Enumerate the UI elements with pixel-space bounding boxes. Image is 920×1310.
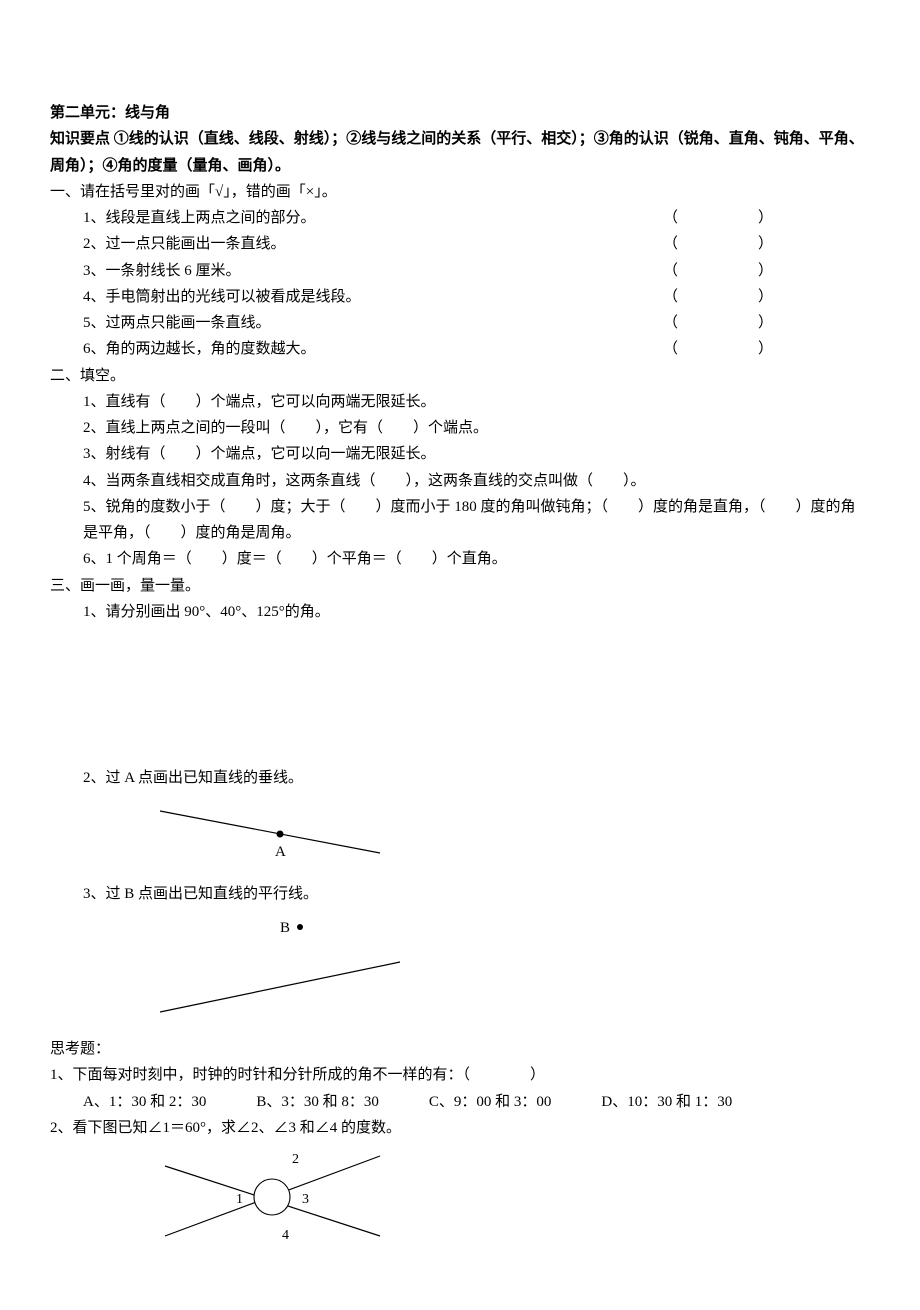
draw-q1: 1、请分别画出 90°、40°、125°的角。 [50,599,870,625]
draw-q3: 3、过 B 点画出已知直线的平行线。 [50,881,870,907]
angle-1-label: 1 [236,1192,243,1207]
tf-item: 6、角的两边越长，角的度数越大。 （） [50,336,870,362]
knowledge-label: 知识要点 [50,131,110,147]
diagram-parallel: B [50,907,870,1036]
line-with-point-b-icon: B [150,907,430,1027]
diagram-perpendicular: A [50,791,870,880]
point-b-label: B [280,920,290,936]
unit-title: 第二单元：线与角 [50,100,870,126]
intersecting-lines-icon: 2 1 3 4 [150,1141,410,1251]
tf-paren: （） [663,231,773,257]
draw-space [50,625,870,765]
tf-paren: （） [663,310,773,336]
tf-text: 6、角的两边越长，角的度数越大。 [83,336,663,362]
section-2-title: 二、填空。 [50,363,870,389]
tf-text: 2、过一点只能画出一条直线。 [83,231,663,257]
tf-text: 4、手电筒射出的光线可以被看成是线段。 [83,284,663,310]
fill-item: 4、当两条直线相交成直角时，这两条直线（ ），这两条直线的交点叫做（ ）。 [50,468,870,494]
diagram-angles: 2 1 3 4 [50,1141,870,1260]
tf-item: 5、过两点只能画一条直线。 （） [50,310,870,336]
knowledge-points: 知识要点 ①线的认识（直线、线段、射线）；②线与线之间的关系（平行、相交）；③角… [50,126,870,179]
fill-item: 3、射线有（ ）个端点，它可以向一端无限延长。 [50,441,870,467]
tf-item: 2、过一点只能画出一条直线。 （） [50,231,870,257]
tf-paren: （） [663,205,773,231]
option-a: A、1：30 和 2：30 [83,1089,206,1115]
section-3-title: 三、画一画，量一量。 [50,573,870,599]
option-c: C、9：00 和 3：00 [429,1089,552,1115]
tf-item: 4、手电筒射出的光线可以被看成是线段。 （） [50,284,870,310]
fill-item: 1、直线有（ ）个端点，它可以向两端无限延长。 [50,389,870,415]
think-q2: 2、看下图已知∠1＝60°，求∠2、∠3 和∠4 的度数。 [50,1115,870,1141]
knowledge-text: ①线的认识（直线、线段、射线）；②线与线之间的关系（平行、相交）；③角的认识（锐… [50,131,864,173]
think-title: 思考题： [50,1036,870,1062]
line-with-point-a-icon: A [150,791,400,871]
tf-text: 3、一条射线长 6 厘米。 [83,258,663,284]
section-1-title: 一、请在括号里对的画「√」，错的画「×」。 [50,179,870,205]
option-d: D、10：30 和 1：30 [601,1089,732,1115]
fill-item: 2、直线上两点之间的一段叫（ ），它有（ ）个端点。 [50,415,870,441]
option-b: B、3：30 和 8：30 [256,1089,379,1115]
fill-item: 6、1 个周角＝（ ）度＝（ ）个平角＝（ ）个直角。 [50,546,870,572]
fill-item: 5、锐角的度数小于（ ）度；大于（ ）度而小于 180 度的角叫做钝角；（ ）度… [50,494,870,547]
angle-2-label: 2 [292,1152,299,1167]
tf-paren: （） [663,284,773,310]
think-options: A、1：30 和 2：30 B、3：30 和 8：30 C、9：00 和 3：0… [50,1089,870,1115]
angle-3-label: 3 [302,1192,309,1207]
tf-text: 1、线段是直线上两点之间的部分。 [83,205,663,231]
tf-item: 1、线段是直线上两点之间的部分。 （） [50,205,870,231]
think-q1: 1、下面每对时刻中，时钟的时针和分针所成的角不一样的有：（ ） [50,1062,870,1088]
tf-paren: （） [663,258,773,284]
tf-item: 3、一条射线长 6 厘米。 （） [50,258,870,284]
angle-4-label: 4 [282,1228,289,1243]
draw-q2: 2、过 A 点画出已知直线的垂线。 [50,765,870,791]
tf-text: 5、过两点只能画一条直线。 [83,310,663,336]
tf-paren: （） [663,336,773,362]
point-a-label: A [275,844,286,860]
